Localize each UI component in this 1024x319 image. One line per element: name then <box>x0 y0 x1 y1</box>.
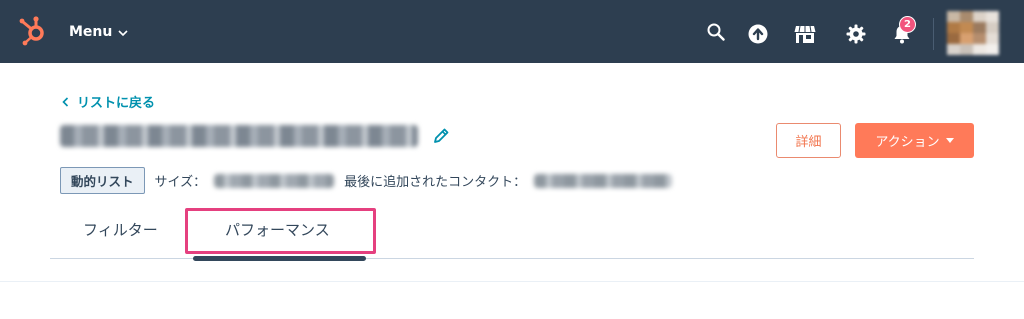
list-meta-row: 動的リスト サイズ： 最後に追加されたコンタクト： <box>60 167 673 194</box>
actions-button-label: アクション <box>875 135 940 150</box>
hubspot-sprocket-icon[interactable] <box>16 13 50 47</box>
tab-filters[interactable]: フィルター <box>83 219 158 240</box>
caret-down-icon <box>945 138 954 143</box>
chevron-left-icon <box>62 96 69 107</box>
main-menu-button[interactable]: Menu <box>69 22 128 42</box>
back-to-list-link[interactable]: リストに戻る <box>62 92 155 111</box>
main-menu-label: Menu <box>69 24 113 40</box>
edit-pencil-icon[interactable] <box>432 127 450 145</box>
marketplace-store-icon <box>794 25 816 43</box>
last-added-contact-label: 最後に追加されたコンタクト： <box>344 175 527 190</box>
upload-arrow-icon <box>748 24 768 44</box>
top-navigation-bar: Menu 2 <box>0 0 1024 63</box>
last-added-contact-value-redacted <box>534 173 673 188</box>
settings-button[interactable] <box>846 24 866 44</box>
list-type-tag: 動的リスト <box>60 167 145 194</box>
settings-gear-icon <box>846 24 866 44</box>
tab-bar-divider <box>50 258 974 259</box>
details-button[interactable]: 詳細 <box>776 123 841 158</box>
content-divider <box>0 281 1024 282</box>
chevron-down-icon <box>118 29 128 36</box>
size-label: サイズ： <box>154 175 207 190</box>
size-value-redacted <box>214 173 335 188</box>
active-tab-indicator <box>193 256 366 261</box>
list-title-row <box>60 125 450 147</box>
back-link-label: リストに戻る <box>77 96 156 111</box>
user-avatar[interactable] <box>947 11 999 55</box>
upgrade-button[interactable] <box>748 24 768 44</box>
performance-tab-highlight <box>185 208 376 254</box>
marketplace-button[interactable] <box>794 23 816 45</box>
search-button[interactable] <box>706 22 726 42</box>
actions-dropdown-button[interactable]: アクション <box>855 123 974 158</box>
notification-count-badge: 2 <box>899 16 916 33</box>
list-name-redacted <box>60 125 418 147</box>
nav-divider <box>933 18 934 50</box>
search-icon <box>707 23 725 41</box>
